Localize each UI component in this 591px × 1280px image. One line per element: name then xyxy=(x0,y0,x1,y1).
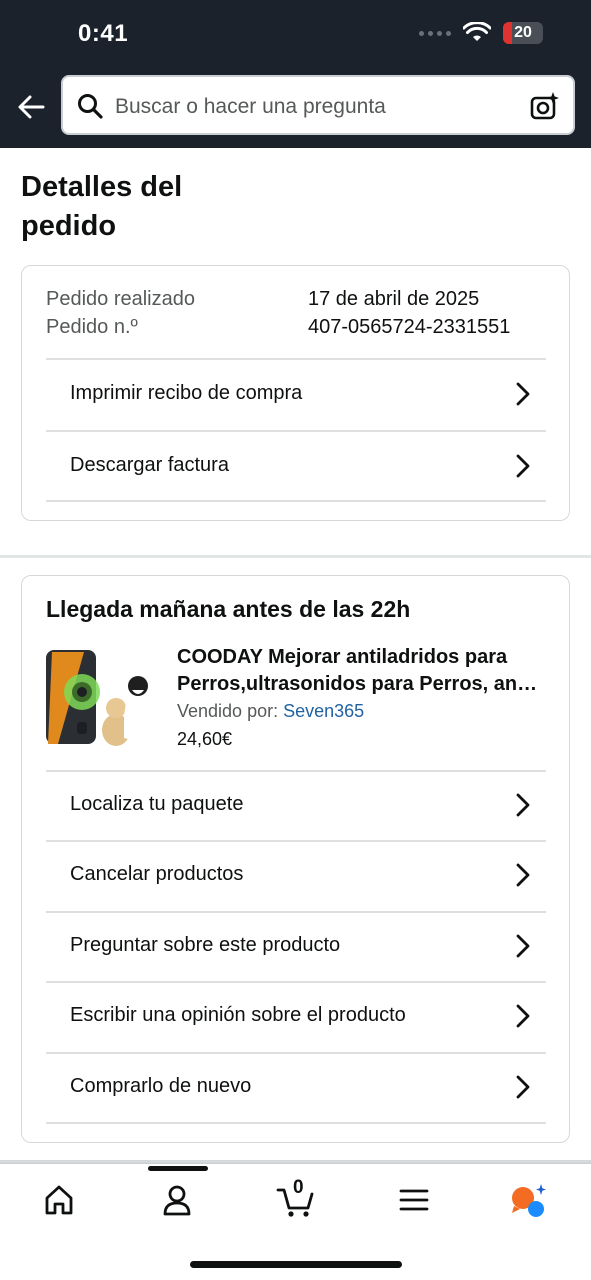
chevron-right-icon xyxy=(516,382,530,406)
download-invoice-label: Descargar factura xyxy=(70,454,229,476)
sold-by-label: Vendido por: xyxy=(177,701,279,721)
order-date-label: Pedido realizado xyxy=(46,288,195,310)
camera-search-icon[interactable] xyxy=(529,90,561,122)
divider xyxy=(46,1122,546,1124)
header: 0:41 20 Buscar o hacer una pregunta xyxy=(0,0,591,148)
ask-product-label: Preguntar sobre este producto xyxy=(70,934,341,956)
product-image[interactable] xyxy=(44,646,154,750)
signal-icon xyxy=(419,30,451,36)
buy-again-label: Comprarlo de nuevo xyxy=(70,1075,252,1097)
chevron-right-icon xyxy=(516,1075,530,1099)
seller-link[interactable]: Seven365 xyxy=(283,701,364,721)
search-input[interactable]: Buscar o hacer una pregunta xyxy=(61,75,575,135)
chevron-right-icon xyxy=(516,863,530,887)
back-arrow-icon[interactable] xyxy=(16,92,46,122)
status-time: 0:41 xyxy=(78,20,129,47)
print-receipt-label: Imprimir recibo de compra xyxy=(70,382,303,404)
order-summary-card: Pedido realizado 17 de abril de 2025 Ped… xyxy=(21,265,570,521)
home-icon[interactable] xyxy=(41,1182,77,1218)
seller-info: Vendido por: Seven365 xyxy=(177,701,364,722)
chevron-right-icon xyxy=(516,454,530,478)
status-icons: 20 xyxy=(419,22,543,44)
page-title: Detalles del pedido xyxy=(21,171,183,242)
battery-level: 20 xyxy=(514,24,532,41)
cancel-items-row[interactable]: Cancelar productos xyxy=(46,841,546,911)
order-number-label: Pedido n.º xyxy=(46,316,138,338)
write-review-label: Escribir una opinión sobre el producto xyxy=(70,1004,406,1026)
product-title-link[interactable]: COODAY Mejorar antiladridos para Perros,… xyxy=(177,644,547,698)
order-date-value: 17 de abril de 2025 xyxy=(308,288,480,310)
cart-button[interactable]: 0 xyxy=(276,1177,316,1218)
print-receipt-row[interactable]: Imprimir recibo de compra xyxy=(46,360,546,430)
write-review-row[interactable]: Escribir una opinión sobre el producto xyxy=(46,982,546,1052)
cancel-items-label: Cancelar productos xyxy=(70,863,244,885)
track-package-row[interactable]: Localiza tu paquete xyxy=(46,771,546,841)
battery-indicator: 20 xyxy=(503,22,543,44)
order-number-value: 407-0565724-2331551 xyxy=(308,316,511,338)
active-tab-indicator xyxy=(148,1166,208,1171)
menu-icon[interactable] xyxy=(396,1182,432,1218)
product-price: 24,60€ xyxy=(177,729,233,749)
wifi-icon xyxy=(463,22,491,41)
account-icon[interactable] xyxy=(159,1182,195,1218)
shipment-card: Llegada mañana antes de las 22h COODAY M… xyxy=(21,575,570,1143)
arrival-heading: Llegada mañana antes de las 22h xyxy=(46,596,411,622)
ask-product-row[interactable]: Preguntar sobre este producto xyxy=(46,912,546,982)
divider xyxy=(46,500,546,502)
rufus-icon[interactable] xyxy=(510,1182,546,1218)
cart-count: 0 xyxy=(293,1177,304,1198)
home-indicator xyxy=(190,1261,402,1268)
download-invoice-row[interactable]: Descargar factura xyxy=(46,432,546,502)
search-placeholder: Buscar o hacer una pregunta xyxy=(115,95,386,118)
search-icon xyxy=(78,94,103,119)
buy-again-row[interactable]: Comprarlo de nuevo xyxy=(46,1053,546,1123)
section-separator xyxy=(0,555,591,558)
track-package-label: Localiza tu paquete xyxy=(70,793,244,815)
chevron-right-icon xyxy=(516,1004,530,1028)
chevron-right-icon xyxy=(516,934,530,958)
chevron-right-icon xyxy=(516,793,530,817)
